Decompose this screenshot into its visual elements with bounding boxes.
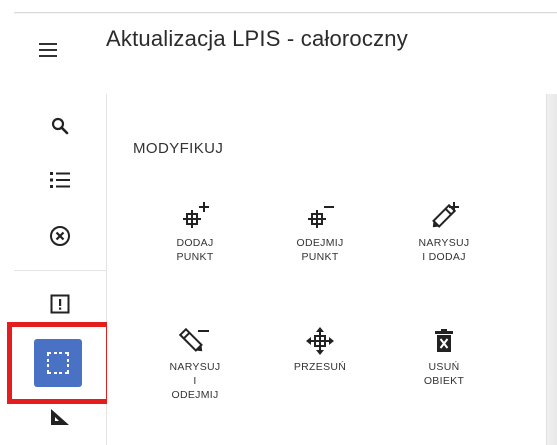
- tool-label: USUŃ OBIEKT: [423, 361, 465, 387]
- search-icon: [51, 117, 69, 135]
- rail-validation-button[interactable]: [36, 284, 84, 324]
- tool-label: NARYSUJ I DODAJ: [418, 237, 470, 263]
- section-title: MODYFIKUJ: [133, 140, 224, 157]
- tool-label: NARYSUJ I ODEJMIJ: [169, 361, 221, 401]
- remove-point-button[interactable]: ODEJMIJ PUNKT: [270, 196, 370, 264]
- rail-list-button[interactable]: [36, 160, 84, 200]
- list-icon: [50, 172, 70, 188]
- draw-add-icon: [432, 202, 459, 228]
- cancel-circle-icon: [50, 226, 70, 246]
- hamburger-icon: [39, 43, 57, 57]
- app-title: Aktualizacja LPIS - całoroczny: [106, 26, 408, 51]
- tool-label: DODAJ PUNKT: [176, 237, 214, 263]
- rail-clear-button[interactable]: [36, 216, 84, 256]
- warning-box-icon: [50, 294, 70, 314]
- map-edge: [546, 94, 557, 445]
- rail-search-button[interactable]: [36, 106, 84, 146]
- tool-label: PRZESUŃ: [293, 361, 347, 373]
- highlight-annotation: [7, 322, 111, 404]
- move-icon: [306, 327, 334, 355]
- menu-button[interactable]: [28, 30, 68, 70]
- measure-icon: [51, 409, 69, 425]
- delete-icon: [435, 329, 453, 352]
- draw-subtract-button[interactable]: NARYSUJ I ODEJMIJ: [145, 320, 245, 402]
- draw-subtract-icon: [179, 327, 209, 352]
- draw-add-button[interactable]: NARYSUJ I DODAJ: [394, 196, 494, 264]
- remove-point-icon: [308, 206, 334, 228]
- add-point-icon: [183, 202, 209, 228]
- delete-object-button[interactable]: USUŃ OBIEKT: [394, 320, 494, 388]
- add-point-button[interactable]: DODAJ PUNKT: [145, 196, 245, 264]
- rail-divider: [14, 270, 106, 271]
- tool-label: ODEJMIJ PUNKT: [296, 237, 344, 263]
- move-button[interactable]: PRZESUŃ: [270, 320, 370, 374]
